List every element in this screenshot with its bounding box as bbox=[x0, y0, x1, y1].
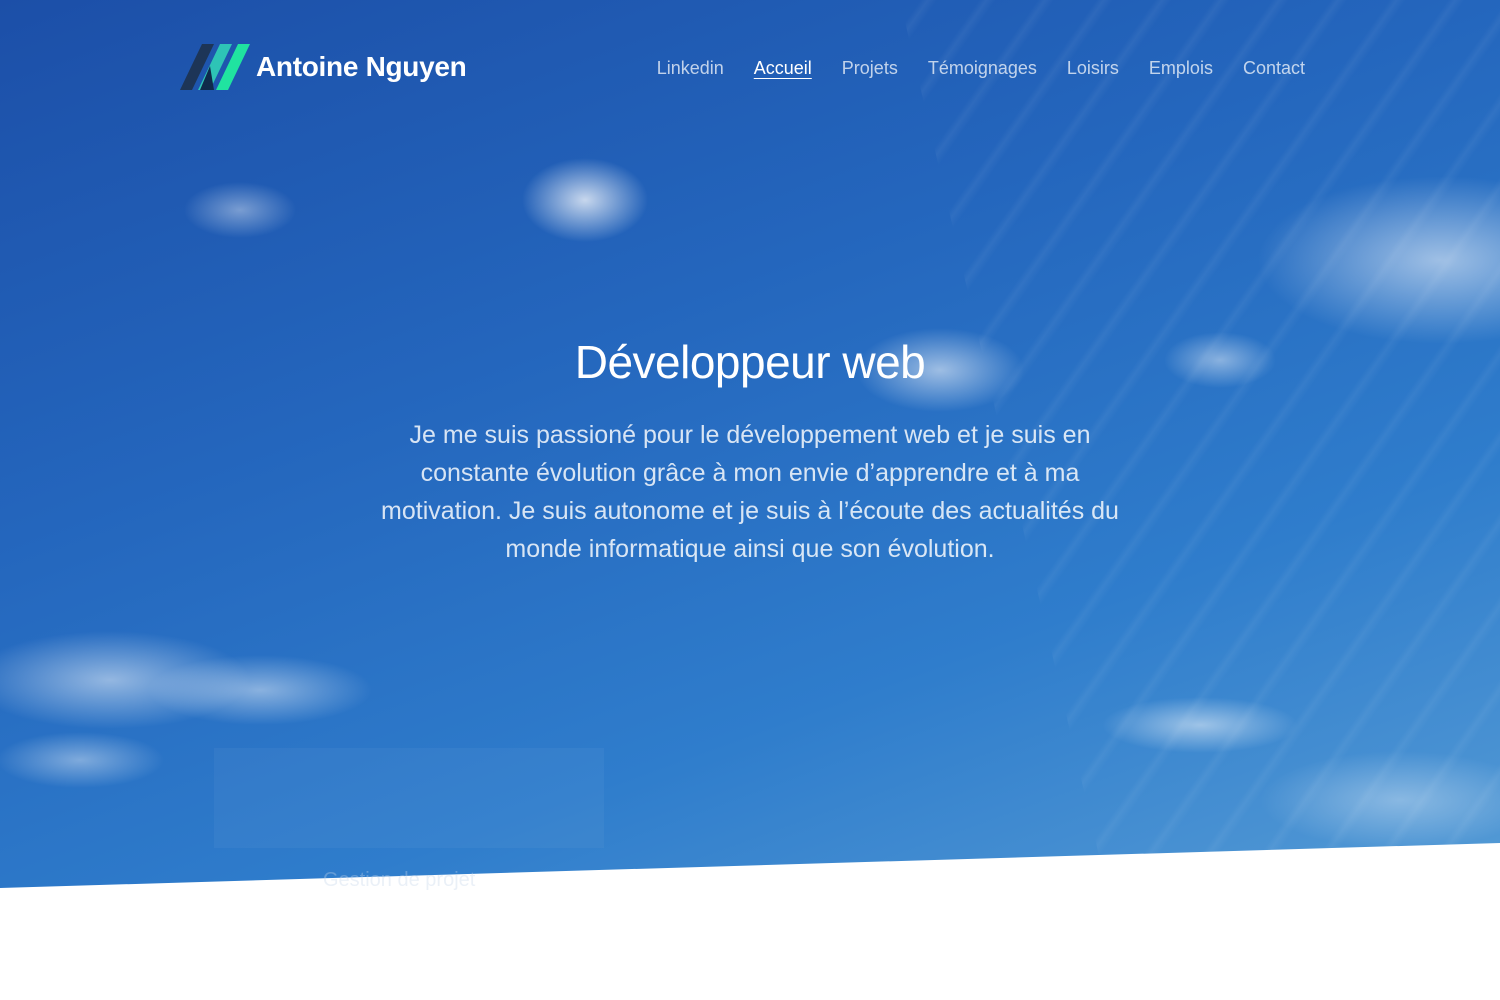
nav-loisirs[interactable]: Loisirs bbox=[1067, 56, 1119, 80]
nav-emplois[interactable]: Emplois bbox=[1149, 56, 1213, 80]
main-nav: Linkedin Accueil Projets Témoignages Loi… bbox=[657, 56, 1305, 80]
page: Gestion de projet Antoine Nguyen Linkedi… bbox=[0, 0, 1500, 1000]
nav-temoignages[interactable]: Témoignages bbox=[928, 56, 1037, 80]
nav-accueil[interactable]: Accueil bbox=[754, 56, 812, 80]
hero-description: Je me suis passioné pour le développemen… bbox=[381, 421, 1119, 563]
nav-contact[interactable]: Contact bbox=[1243, 56, 1305, 80]
nav-projets[interactable]: Projets bbox=[842, 56, 898, 80]
brand-home-link[interactable]: Antoine Nguyen bbox=[180, 44, 467, 90]
hero-title: Développeur web bbox=[574, 336, 926, 388]
brand-name: Antoine Nguyen bbox=[256, 51, 467, 82]
section-preview-label: Gestion de projet bbox=[323, 869, 476, 891]
brand-logo-icon bbox=[180, 44, 250, 90]
nav-linkedin[interactable]: Linkedin bbox=[657, 56, 724, 80]
site-header: Antoine Nguyen Linkedin Accueil Projets … bbox=[0, 0, 1500, 140]
ghost-card bbox=[214, 748, 604, 848]
